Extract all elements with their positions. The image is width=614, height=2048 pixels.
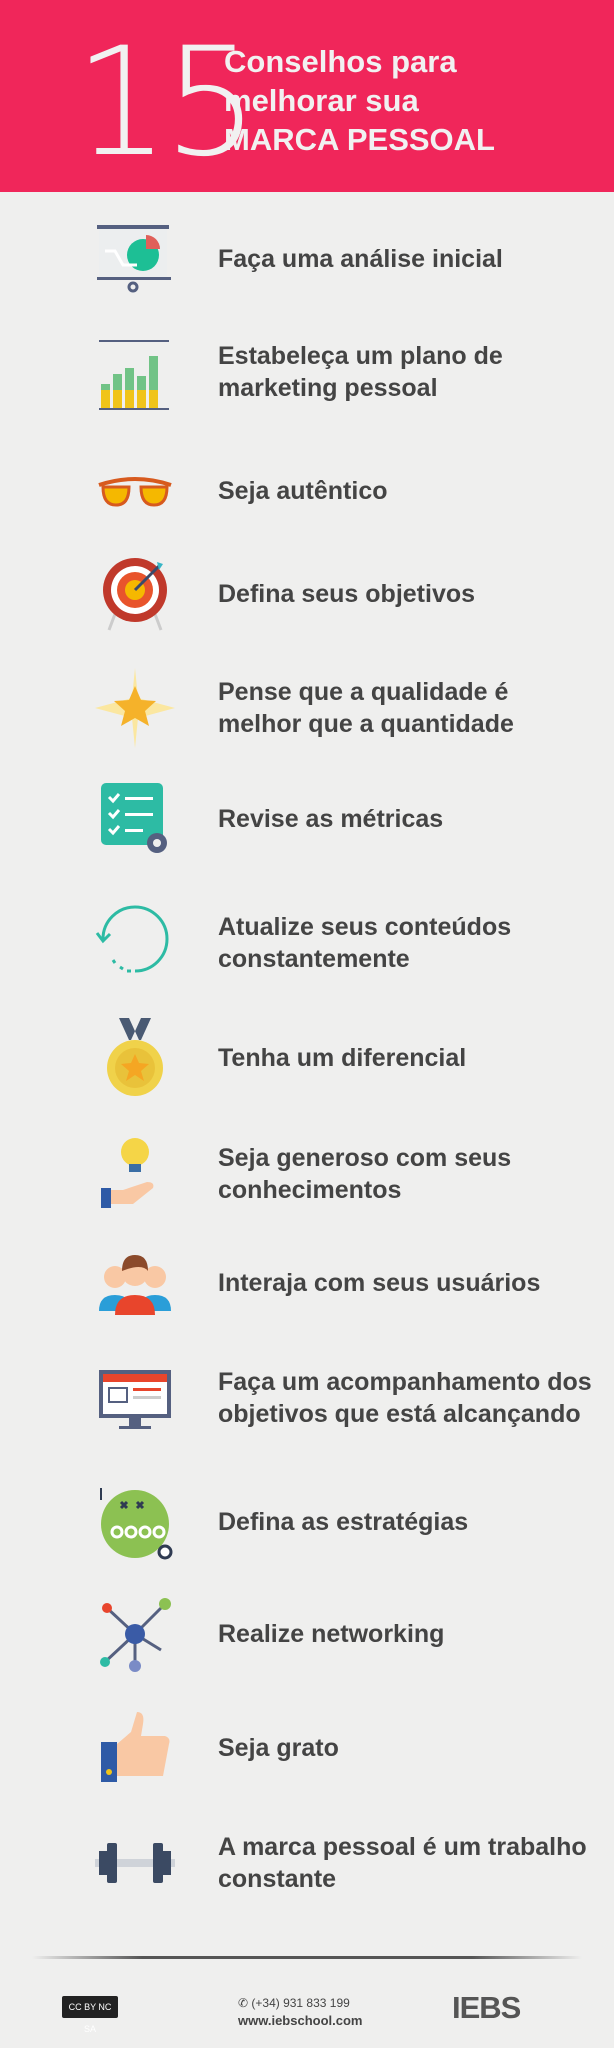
iebs-logo: IEBS	[452, 1990, 521, 2025]
contact-info: ✆ (+34) 931 833 199 www.iebschool.com	[238, 1994, 362, 2030]
tip-13: Realize networking	[0, 1584, 614, 1684]
tip-10: Interaja com seus usuários	[0, 1233, 614, 1333]
header-banner: 15 Conselhos para melhorar sua MARCA PES…	[0, 0, 614, 192]
phone-number: (+34) 931 833 199	[251, 1996, 350, 2010]
tip-6: Revise as métricas	[0, 769, 614, 869]
title-line: melhorar sua	[224, 83, 419, 118]
tip-text: Defina seus objetivos	[218, 580, 476, 608]
tip-text: Estabeleça um plano de marketing pessoal	[218, 342, 503, 402]
bar-chart-icon	[99, 340, 169, 410]
sunglasses-icon	[98, 477, 172, 507]
tip-text: Faça uma análise inicial	[218, 245, 503, 273]
users-icon	[99, 1255, 171, 1315]
tip-4: Defina seus objetivos	[0, 544, 614, 644]
tip-1: Faça uma análise inicial	[0, 209, 614, 309]
tip-7: Atualize seus conteúdos constantemente	[0, 893, 614, 993]
tip-text: Seja generoso com seus conhecimentos	[218, 1144, 512, 1204]
tip-8: Tenha um diferencial	[0, 1008, 614, 1108]
creative-commons-badge: CC BY NC SA	[62, 1996, 118, 2034]
tip-15: A marca pessoal é um trabalho constante	[0, 1813, 614, 1913]
website-link[interactable]: www.iebschool.com	[238, 2012, 362, 2030]
title-line: Conselhos para	[224, 44, 457, 79]
tip-text: Pense que a qualidade é melhor que a qua…	[218, 678, 514, 738]
thumbs-up-icon	[101, 1712, 170, 1782]
dumbbell-icon	[95, 1843, 175, 1883]
tip-11: Faça um acompanhamento dos objetivos que…	[0, 1348, 614, 1448]
tip-3: Seja autêntico	[0, 441, 614, 541]
tip-text: Tenha um diferencial	[218, 1044, 467, 1072]
tip-text: Seja autêntico	[218, 477, 388, 505]
tip-text: Defina as estratégias	[218, 1508, 469, 1536]
footer-divider	[32, 1956, 582, 1959]
tip-14: Seja grato	[0, 1698, 614, 1798]
presentation-pie-chart-icon	[97, 225, 171, 293]
tip-12: Defina as estratégias	[0, 1472, 614, 1572]
tip-text: Atualize seus conteúdos constantemente	[218, 913, 512, 973]
tip-9: Seja generoso com seus conhecimentos	[0, 1124, 614, 1224]
strategy-board-icon	[100, 1488, 173, 1560]
header-title: Conselhos para melhorar sua MARCA PESSOA…	[224, 42, 495, 159]
tip-5: Pense que a qualidade é melhor que a qua…	[0, 658, 614, 758]
phone-icon: ✆	[238, 1996, 252, 2010]
star-icon	[95, 668, 175, 748]
tip-text: Revise as métricas	[218, 805, 444, 833]
monitor-shop-icon	[99, 1370, 171, 1429]
title-line: MARCA PESSOAL	[224, 122, 495, 157]
tip-text: Faça um acompanhamento dos objetivos que…	[218, 1368, 592, 1428]
target-icon	[103, 558, 167, 631]
tip-text: Realize networking	[218, 1620, 445, 1648]
network-icon	[100, 1598, 171, 1672]
tip-2: Estabeleça um plano de marketing pessoal	[0, 322, 614, 422]
tip-text: Seja grato	[218, 1734, 339, 1762]
checklist-gear-icon	[101, 783, 167, 853]
lightbulb-hand-icon	[101, 1138, 154, 1208]
tip-text: A marca pessoal é um trabalho constante	[218, 1833, 587, 1893]
tip-text: Interaja com seus usuários	[218, 1269, 541, 1297]
medal-icon	[107, 1018, 163, 1096]
refresh-icon	[95, 905, 169, 973]
